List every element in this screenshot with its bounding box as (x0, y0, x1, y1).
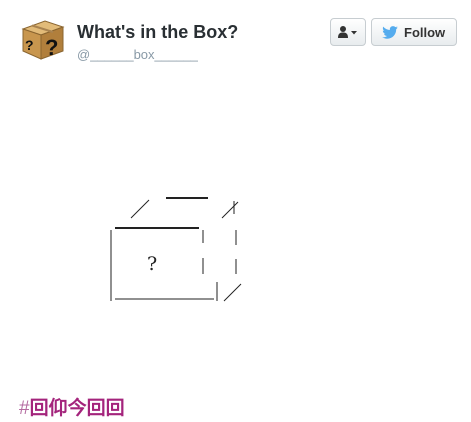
hashtag-text: 回仰今回回 (29, 398, 125, 419)
user-icon (338, 26, 357, 38)
twitter-bird-icon (382, 25, 398, 39)
follow-button[interactable]: Follow (371, 18, 457, 46)
user-actions-dropdown[interactable] (330, 18, 366, 46)
mystery-box-avatar[interactable]: ? ? (19, 15, 67, 63)
follow-label: Follow (404, 24, 446, 40)
svg-text:?: ? (25, 37, 34, 53)
ascii-art-box: ? (110, 197, 242, 302)
caret-down-icon (351, 31, 357, 35)
hashtag-symbol: # (19, 398, 30, 419)
box-question-mark: ? (147, 253, 157, 275)
user-handle[interactable]: @______box______ (77, 47, 198, 62)
profile-header: ? ? What's in the Box? @______box______ … (0, 0, 471, 80)
hashtag-link[interactable]: #回仰今回回 (19, 393, 125, 420)
svg-text:?: ? (45, 35, 58, 60)
display-name[interactable]: What's in the Box? (77, 22, 238, 43)
